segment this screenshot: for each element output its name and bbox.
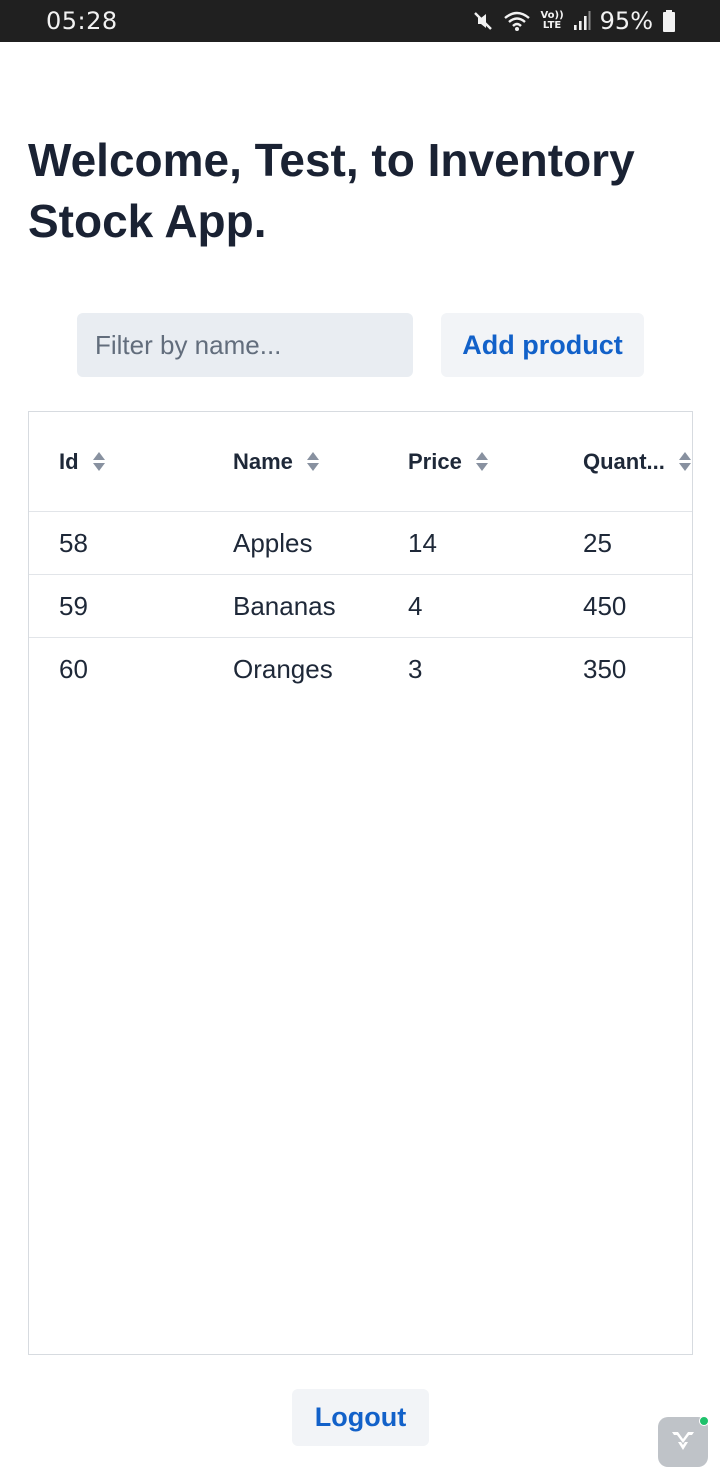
table-row[interactable]: 60 Oranges 3 350	[29, 638, 692, 701]
battery-icon	[662, 9, 676, 33]
cell-name: Oranges	[233, 654, 333, 684]
cell-name: Apples	[233, 528, 313, 558]
column-header-name[interactable]: Name	[233, 412, 319, 511]
cell-quantity: 25	[583, 528, 612, 558]
column-label: Quant...	[583, 448, 665, 474]
cell-id: 59	[59, 591, 88, 621]
filter-input[interactable]	[77, 313, 413, 377]
cell-quantity: 350	[583, 654, 627, 684]
sort-icon[interactable]	[678, 452, 691, 471]
cell-price: 3	[408, 654, 423, 684]
grid-header: Id Name Price Quant...	[29, 412, 692, 512]
column-label: Price	[408, 448, 462, 474]
cell-id: 60	[59, 654, 88, 684]
cell-price: 14	[408, 528, 437, 558]
cell-price: 4	[408, 591, 423, 621]
column-label: Id	[59, 448, 79, 474]
status-time: 05:28	[46, 7, 118, 35]
wifi-icon	[503, 10, 531, 32]
sort-icon[interactable]	[475, 452, 488, 471]
cell-quantity: 450	[583, 591, 627, 621]
table-row[interactable]: 58 Apples 14 25	[29, 512, 692, 575]
mute-icon	[472, 10, 494, 32]
add-product-button[interactable]: Add product	[441, 313, 644, 377]
sort-icon[interactable]	[92, 452, 105, 471]
lte-label: LTE	[542, 20, 562, 31]
status-bar: 05:28 Vo)) LTE 95%	[0, 0, 720, 42]
column-label: Name	[233, 448, 293, 474]
table-row[interactable]: 59 Bananas 4 450	[29, 575, 692, 638]
vaadin-logo-icon	[672, 1432, 694, 1450]
status-dot	[699, 1416, 709, 1426]
status-icons: Vo)) LTE 95%	[472, 7, 676, 35]
logout-button[interactable]: Logout	[292, 1389, 429, 1446]
sort-icon[interactable]	[306, 452, 319, 471]
product-grid[interactable]: Id Name Price Quant... 58 Apples 14 25 5…	[28, 411, 693, 1355]
battery-percent: 95%	[599, 7, 653, 35]
column-header-quantity[interactable]: Quant...	[583, 412, 691, 511]
page-title: Welcome, Test, to Inventory Stock App.	[28, 134, 635, 247]
volte-icon: Vo)) LTE	[540, 11, 563, 31]
cell-name: Bananas	[233, 591, 336, 621]
signal-icon	[573, 10, 591, 32]
column-header-id[interactable]: Id	[59, 412, 105, 511]
cell-id: 58	[59, 528, 88, 558]
column-header-price[interactable]: Price	[408, 412, 488, 511]
